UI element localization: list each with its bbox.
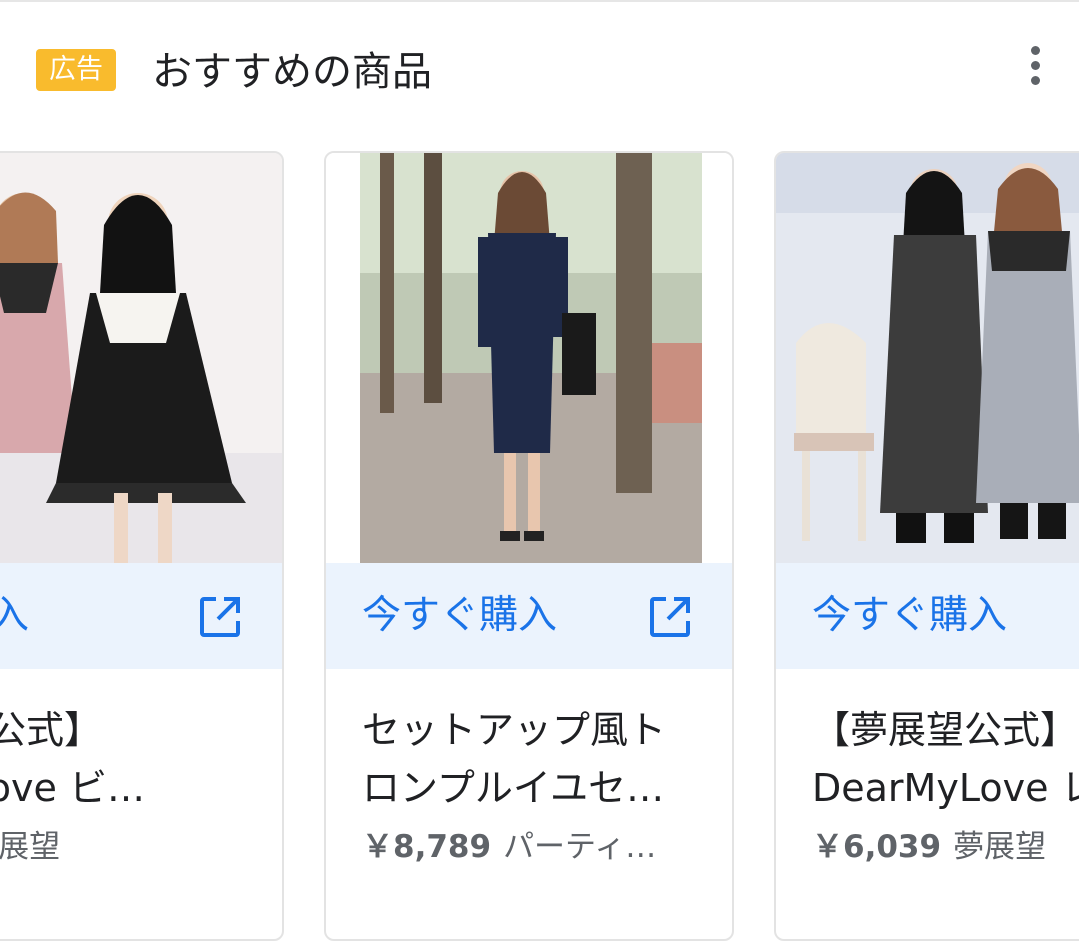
more-dot	[1031, 76, 1040, 85]
product-card[interactable]: 今すぐ購入 【夢展望公式】 DearMyLove レ ￥6,039 夢展望	[774, 151, 1079, 941]
product-image[interactable]	[776, 153, 1079, 563]
product-price: ￥6,039	[812, 829, 942, 865]
more-dot	[1031, 61, 1040, 70]
buy-now-button[interactable]: 今すぐ購入	[326, 563, 732, 669]
product-meta: 39夢展望	[0, 825, 262, 869]
product-card[interactable]: 今すぐ購入 セットアップ風ト ロンプルイユセ… ￥8,789 パーティ…	[324, 151, 734, 941]
product-meta: ￥6,039 夢展望	[812, 825, 1079, 869]
product-card[interactable]: ぐ購入 展望公式】 MyLove ビ… 39夢展望	[0, 151, 284, 941]
buy-now-label: 今すぐ購入	[362, 593, 558, 638]
product-title[interactable]: 【夢展望公式】 DearMyLove レ	[812, 701, 1079, 817]
product-carousel[interactable]: ぐ購入 展望公式】 MyLove ビ… 39夢展望	[0, 150, 1079, 942]
product-meta: ￥8,789 パーティ…	[362, 825, 712, 869]
buy-now-label: 今すぐ購入	[812, 593, 1008, 638]
open-external-icon[interactable]	[196, 593, 244, 641]
seller-name: 夢展望	[953, 829, 1047, 865]
card-body: セットアップ風ト ロンプルイユセ… ￥8,789 パーティ…	[362, 701, 712, 869]
ad-badge: 広告	[36, 49, 116, 91]
buy-now-label: ぐ購入	[0, 563, 29, 669]
product-image[interactable]	[326, 153, 732, 563]
header: 広告 おすすめの商品	[0, 0, 1079, 140]
card-body: 展望公式】 MyLove ビ… 39夢展望	[0, 701, 262, 869]
product-title[interactable]: セットアップ風ト ロンプルイユセ…	[362, 701, 712, 817]
seller-name: 夢展望	[0, 829, 61, 865]
product-price: ￥8,789	[362, 829, 492, 865]
more-dot	[1031, 46, 1040, 55]
section-title: おすすめの商品	[152, 49, 432, 95]
card-body: 【夢展望公式】 DearMyLove レ ￥6,039 夢展望	[812, 701, 1079, 869]
seller-name: パーティ…	[503, 829, 657, 865]
product-image[interactable]	[0, 153, 282, 563]
buy-now-button[interactable]: 今すぐ購入	[776, 563, 1079, 669]
buy-now-button[interactable]: ぐ購入	[0, 563, 282, 669]
open-external-icon[interactable]	[646, 593, 694, 641]
product-title[interactable]: 展望公式】 MyLove ビ…	[0, 701, 262, 817]
more-vert-icon[interactable]	[1016, 40, 1056, 90]
